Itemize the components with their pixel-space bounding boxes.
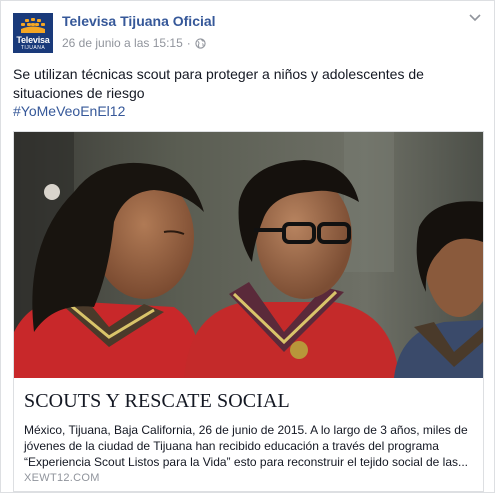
avatar-logo-text: Televisa (16, 35, 50, 45)
page-name-link[interactable]: Televisa Tijuana Oficial (62, 13, 216, 29)
avatar-logo-sub: TIJUANA (20, 45, 46, 51)
page-avatar[interactable]: Televisa TIJUANA (13, 13, 53, 53)
post-message: Se utilizan técnicas scout para proteger… (13, 66, 424, 101)
link-preview-body[interactable]: SCOUTS Y RESCATE SOCIAL México, Tijuana,… (14, 378, 483, 491)
post-meta: 26 de junio a las 15:15 · (62, 36, 206, 50)
link-preview-card[interactable]: SCOUTS Y RESCATE SOCIAL México, Tijuana,… (13, 131, 484, 492)
chevron-down-icon[interactable] (468, 13, 482, 23)
hashtag-link[interactable]: #YoMeVeoEnEl12 (13, 103, 125, 119)
meta-separator: · (186, 36, 191, 50)
link-preview-image[interactable] (14, 132, 483, 378)
link-domain: XEWT12.COM (24, 472, 100, 484)
link-title[interactable]: SCOUTS Y RESCATE SOCIAL (24, 390, 290, 413)
facebook-post: Televisa TIJUANA Televisa Tijuana Oficia… (0, 0, 495, 493)
post-timestamp[interactable]: 26 de junio a las 15:15 (62, 36, 183, 50)
link-description: México, Tijuana, Baja California, 26 de … (24, 423, 469, 469)
televisa-logo-icon (21, 18, 45, 33)
globe-icon[interactable] (195, 37, 206, 49)
